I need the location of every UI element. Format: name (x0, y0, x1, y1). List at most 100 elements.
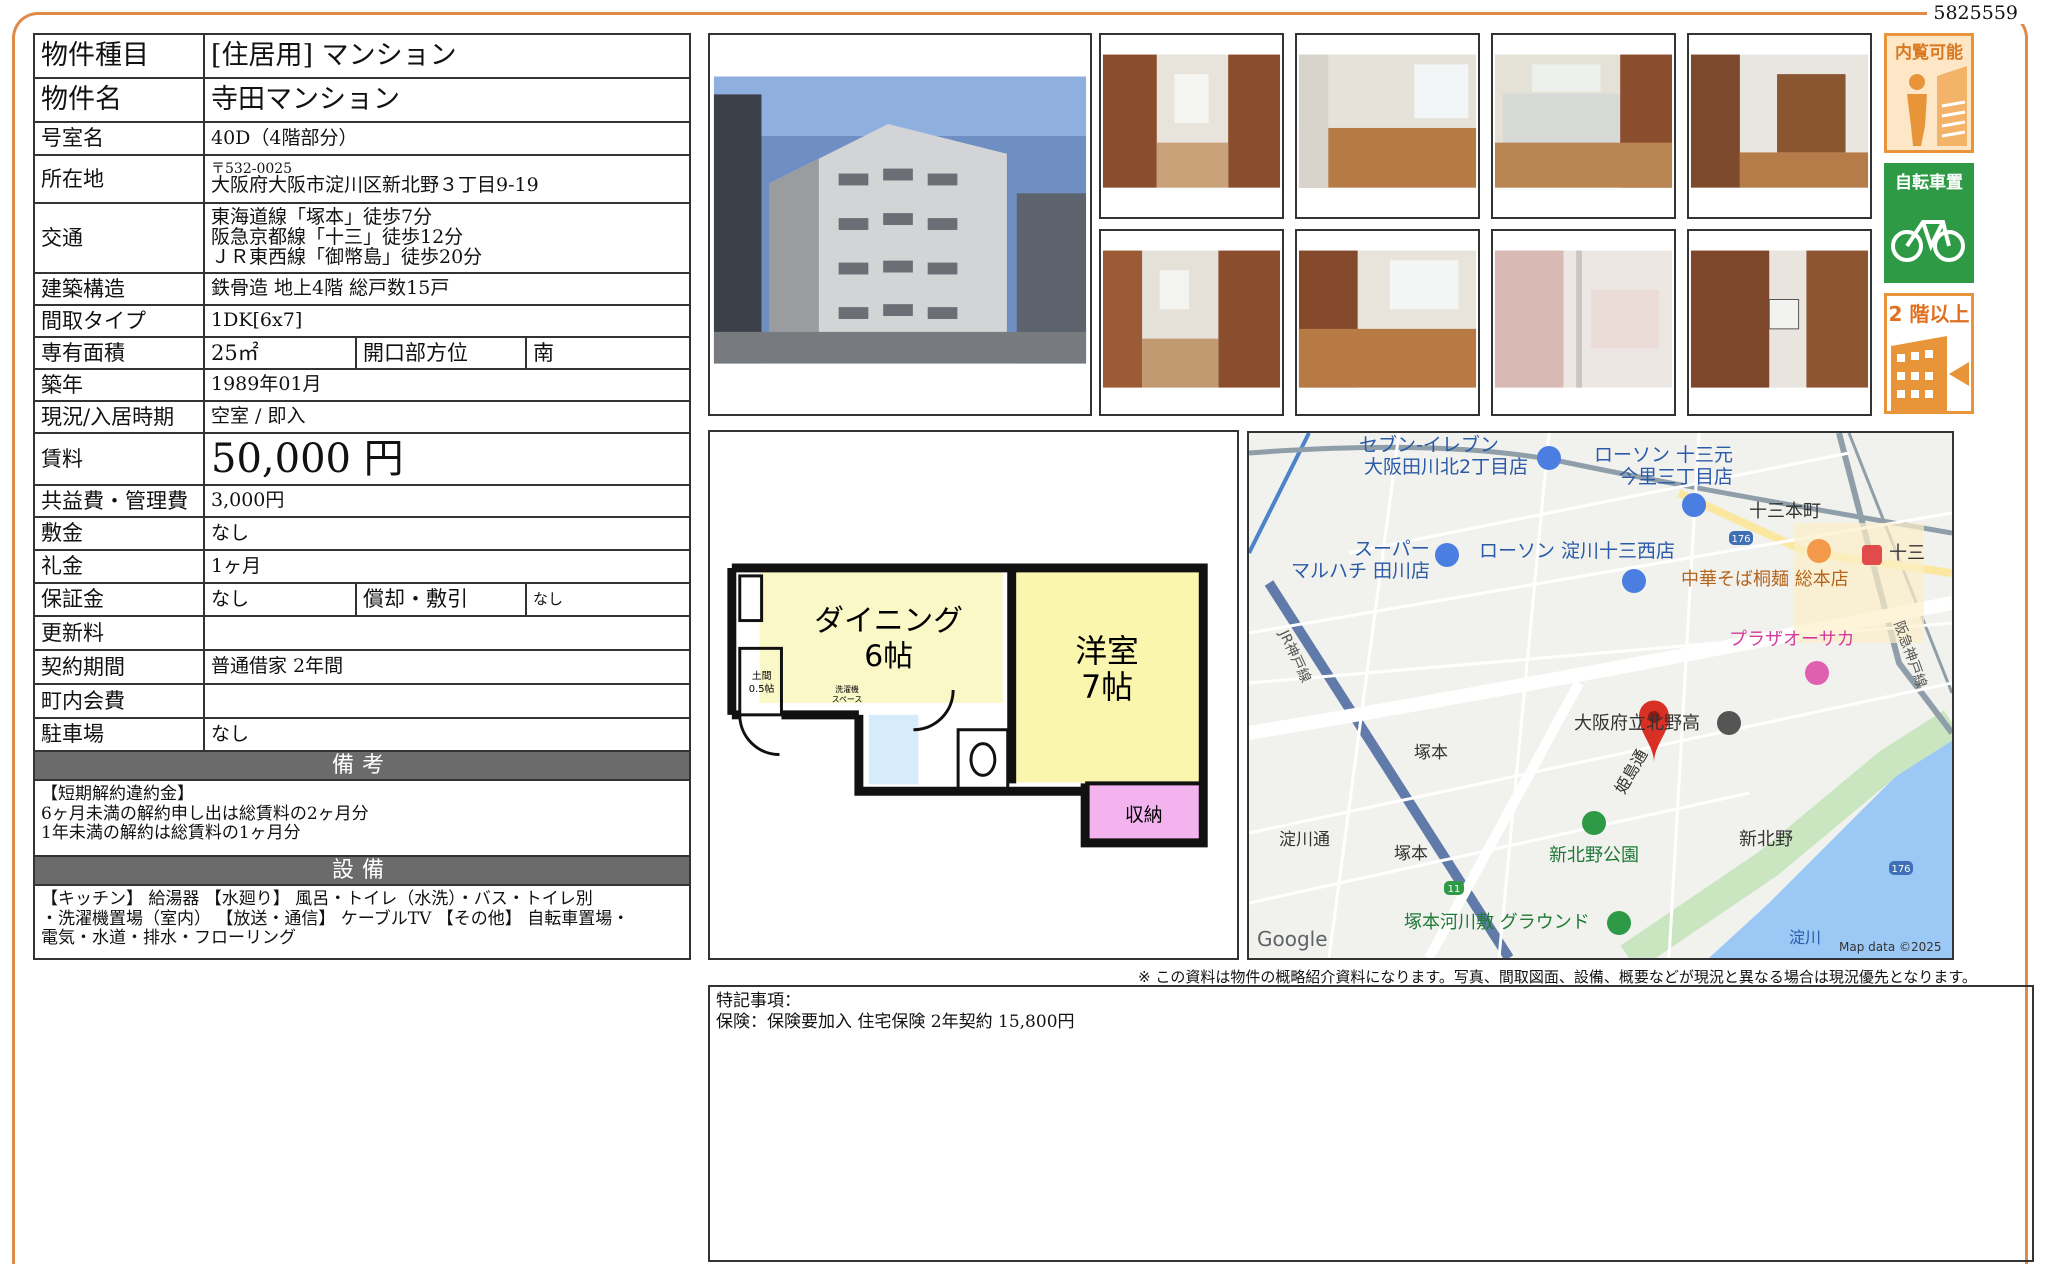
orientation-value: 南 (524, 336, 692, 370)
address-label: 所在地 (33, 154, 205, 204)
address-cell: 〒532-0025 大阪府大阪市淀川区新北野３丁目9-19 (202, 154, 692, 204)
map-label-tsukamoto: 塚本 (1414, 743, 1448, 763)
document-id: 5825559 (1927, 2, 2024, 24)
remarks-cell: 【短期解約違約金】 6ヶ月未満の解約申し出は総賃料の2ヶ月分 1年未満の解約は総… (32, 779, 692, 857)
type-label: 物件種目 (33, 33, 205, 79)
remarks-line: 【短期解約違約金】 (41, 784, 194, 804)
map-label-tsukamoto-station: 塚本 (1394, 844, 1428, 864)
special-notes-text: 保険：保険要加入 住宅保険 2年契約 15,800円 (716, 1012, 1075, 1033)
fee-value: 3,000円 (202, 484, 692, 518)
key-money-label: 礼金 (33, 549, 205, 584)
western-room-label: 洋室 (1075, 634, 1139, 670)
layout-label: 間取タイプ (33, 304, 205, 338)
layout-value: 1DK[6x7] (202, 304, 692, 338)
area-value: 25㎡ (203, 336, 357, 370)
deposit-value: なし (202, 516, 692, 551)
washer-space-label-2: スペース (832, 695, 863, 704)
renewal-label: 更新料 (33, 615, 205, 651)
dirt-floor-label: 土間 (752, 669, 772, 682)
remarks-header: 備考 (32, 750, 692, 781)
dirt-floor-size: 0.5帖 (749, 682, 775, 695)
badge-label: 内覧可能 (1895, 43, 1963, 63)
route-11-sign: 11 (1448, 884, 1461, 895)
bicycle-icon (1887, 192, 1971, 280)
built-value: 1989年01月 (202, 368, 692, 402)
structure-label: 建築構造 (33, 272, 205, 306)
map-label-lawson-branch: 今里三丁目店 (1619, 466, 1733, 488)
disclaimer: ※ この資料は物件の概略紹介資料になります。写真、間取図面、設備、概要などが現況… (1138, 968, 1977, 986)
special-notes-box: 特記事項： 保険：保険要加入 住宅保険 2年契約 15,800円 (708, 985, 2034, 1262)
status-label: 現況/入居時期 (33, 400, 205, 434)
map-label-seven-eleven: セブン-イレブン (1359, 433, 1499, 456)
property-info-table: 物件種目 [住居用] マンション 物件名 寺田マンション 号室名 40D（4階部分） … (32, 33, 692, 960)
name-label: 物件名 (33, 77, 205, 123)
map-label-shinkitano-park: 新北野公園 (1549, 845, 1639, 866)
contract-value: 普通借家 2年間 (202, 649, 692, 685)
rent-label: 賃料 (33, 432, 205, 486)
map-label-lawson-2: ローソン 淀川十三西店 (1479, 540, 1675, 562)
renewal-value (202, 615, 692, 651)
fee-label: 共益費・管理費 (33, 484, 205, 518)
google-logo: Google (1257, 927, 1328, 951)
built-label: 築年 (33, 368, 205, 402)
guarantee-value: なし (203, 582, 357, 617)
storage-label: 収納 (1125, 804, 1163, 826)
access-line: 阪急京都線「十三」徒歩12分 (211, 226, 464, 249)
map-label-soba: 中華そば桐麺 総本店 (1681, 569, 1849, 590)
status-value: 空室 / 即入 (202, 400, 692, 434)
map-label-tsukamoto-ground: 塚本河川敷 グラウンド (1404, 912, 1590, 933)
interior-photo (1687, 33, 1872, 219)
orientation-label: 開口部方位 (355, 336, 527, 370)
interior-photo (1099, 33, 1284, 219)
equipment-header: 設備 (32, 855, 692, 886)
dining-size: 6帖 (864, 639, 913, 674)
map-attribution: Map data ©2025 (1839, 940, 1942, 954)
bicycle-parking-badge: 自転車置場 (1884, 163, 1974, 283)
route-176-sign: 176 (1731, 534, 1750, 545)
special-notes-title: 特記事項： (716, 991, 801, 1011)
interior-photo (1099, 229, 1284, 416)
remarks-line: 1年未満の解約は総賃料の1ヶ月分 (41, 823, 301, 844)
building-floor-icon (1891, 336, 1969, 411)
building-exterior-photo (708, 33, 1092, 416)
access-line: 東海道線「塚本」徒歩7分 (211, 206, 433, 229)
area-label: 専有面積 (33, 336, 205, 370)
parking-label: 駐車場 (33, 717, 205, 752)
association-label: 町内会費 (33, 683, 205, 719)
dining-label: ダイニング (814, 603, 963, 638)
room-label: 号室名 (33, 121, 205, 156)
access-cell: 東海道線「塚本」徒歩7分 阪急京都線「十三」徒歩12分 ＪＲ東西線「御幣島」徒歩… (202, 202, 692, 274)
equipment-cell: 【キッチン】 給湯器 【水廻り】 風呂・トイレ（水洗）・バス・トイレ別 ・洗濯機… (32, 884, 692, 960)
map-label-shinkitano: 新北野 (1739, 829, 1793, 850)
location-map: セブン-イレブン 大阪田川北2丁目店 ローソン 十三元 今里三丁目店 十三本町 … (1247, 431, 1954, 960)
amortization-label: 償却・敷引 (355, 582, 527, 617)
map-label-supermarket: スーパー (1354, 538, 1430, 560)
map-label-yodogawa-dori: 淀川通 (1279, 830, 1330, 850)
map-label-juso: 十三 (1889, 543, 1925, 564)
map-label-supermarket-branch: マルハチ 田川店 (1291, 560, 1430, 582)
map-label-juso-honmachi: 十三本町 (1749, 501, 1821, 522)
guarantee-label: 保証金 (33, 582, 205, 617)
equipment-line: 電気・水道・排水・フローリング (41, 928, 296, 949)
floor-plan: ダイニング 6帖 洋室 7帖 収納 土間 0.5帖 洗濯機 スペース (708, 430, 1239, 960)
equipment-line: ・洗濯機置場（室内） 【放送・通信】 ケーブルTV 【その他】 自転車置場・ (41, 908, 630, 929)
interior-photo (1295, 33, 1480, 219)
viewing-available-badge: 内覧可能 (1884, 33, 1974, 153)
interior-photo (1687, 229, 1872, 416)
interior-photo (1491, 229, 1676, 416)
property-name: 寺田マンション (202, 77, 692, 123)
map-label-kitano-high: 大阪府立北野高 (1574, 713, 1700, 734)
access-label: 交通 (33, 202, 205, 274)
contract-label: 契約期間 (33, 649, 205, 685)
structure-value: 鉄骨造 地上4階 総戸数15戸 (202, 272, 692, 306)
remarks-line: 6ヶ月未満の解約申し出は総賃料の2ヶ月分 (41, 803, 369, 824)
map-label-plaza-osaka: プラザオーサカ (1729, 629, 1855, 650)
association-value (202, 683, 692, 719)
interior-photo (1295, 229, 1480, 416)
route-176-sign-2: 176 (1891, 864, 1910, 875)
address-value: 大阪府大阪市淀川区新北野３丁目9-19 (211, 174, 539, 197)
rent-value: 50,000 円 (202, 432, 692, 486)
deposit-label: 敷金 (33, 516, 205, 551)
washer-space-label: 洗濯機 (835, 684, 859, 694)
equipment-line: 【キッチン】 給湯器 【水廻り】 風呂・トイレ（水洗）・バス・トイレ別 (41, 889, 593, 909)
